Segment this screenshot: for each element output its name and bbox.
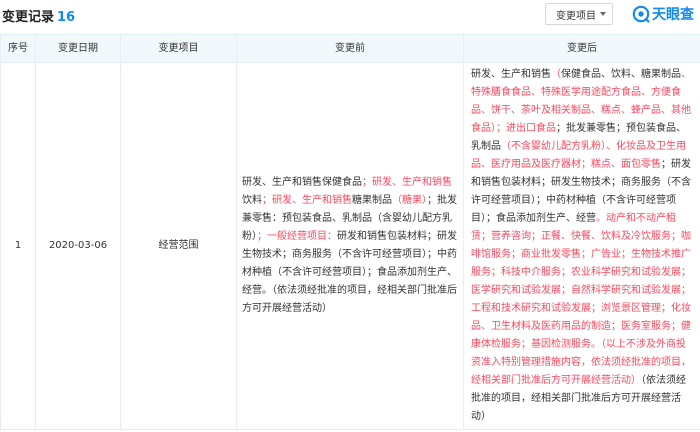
column-header-item: 变更项目 <box>120 34 237 63</box>
after-segment: 保健食品、饮料、糖果制品 <box>561 69 681 80</box>
after-segment-highlight: 。动产和不动产租赁；营养咨询；正餐、快餐、饮料及冷饮服务；咖啡馆服务；商业批发零… <box>471 213 691 386</box>
column-header-after: 变更后 <box>463 34 700 63</box>
logo-text: 天眼查 <box>652 7 694 23</box>
before-segment-highlight: ；研发、生产和销售 <box>262 195 352 206</box>
table-header-row: 序号 变更日期 变更项目 变更前 变更后 <box>0 34 700 63</box>
before-segment: 研发和销售包装材料；研发生物技术；商务服务（不含许可经营项目）；中药材种植（不含… <box>242 231 457 314</box>
row-after-content: 研发、生产和销售（保健食品、饮料、糖果制品、特殊膳食食品、特殊医学用途配方食品、… <box>463 62 700 430</box>
record-count: 16 <box>57 10 76 25</box>
column-header-before: 变更前 <box>236 34 464 63</box>
tianyancha-logo: 天眼查 <box>632 4 694 24</box>
row-change-item: 经营范围 <box>120 62 237 430</box>
before-segment: 饮料 <box>242 195 262 206</box>
change-record-table: 序号 变更日期 变更项目 变更前 变更后 1 2020-03-06 经营范围 研… <box>0 34 700 430</box>
filter-label: 变更项目 <box>556 10 596 22</box>
table-row: 1 2020-03-06 经营范围 研发、生产和销售保健食品；研发、生产和销售饮… <box>0 62 700 430</box>
after-segment-highlight: （不含婴幼儿配方乳粉）、化妆品及卫生用品、医疗用品及医疗器材；糕点、面包零售 <box>471 141 686 170</box>
column-header-date: 变更日期 <box>35 34 121 63</box>
change-item-filter-dropdown[interactable]: 变更项目 <box>545 3 613 25</box>
row-date: 2020-03-06 <box>35 62 121 430</box>
chevron-down-icon <box>600 12 606 16</box>
before-segment: 糖果制品 <box>352 195 392 206</box>
after-segment: 研发、生产和销售 <box>471 69 551 80</box>
section-header: 变更记录 16 变更项目 天眼查 <box>0 0 700 32</box>
before-segment-highlight: ；研发、生产和销售 <box>362 177 452 188</box>
row-before-content: 研发、生产和销售保健食品；研发、生产和销售饮料；研发、生产和销售糖果制品（糖果）… <box>236 62 464 430</box>
section-title: 变更记录 16 <box>2 6 75 25</box>
section-title-text: 变更记录 <box>2 10 55 25</box>
before-segment: 研发、生产和销售保健食品 <box>242 177 362 188</box>
before-segment-highlight: （糖果） <box>392 195 427 206</box>
before-segment-highlight: ；一般经营项目： <box>257 231 337 242</box>
after-segment-highlight: （ <box>551 69 561 80</box>
tianyancha-logo-icon <box>632 5 650 23</box>
row-index: 1 <box>0 62 36 430</box>
column-header-index: 序号 <box>0 34 36 63</box>
